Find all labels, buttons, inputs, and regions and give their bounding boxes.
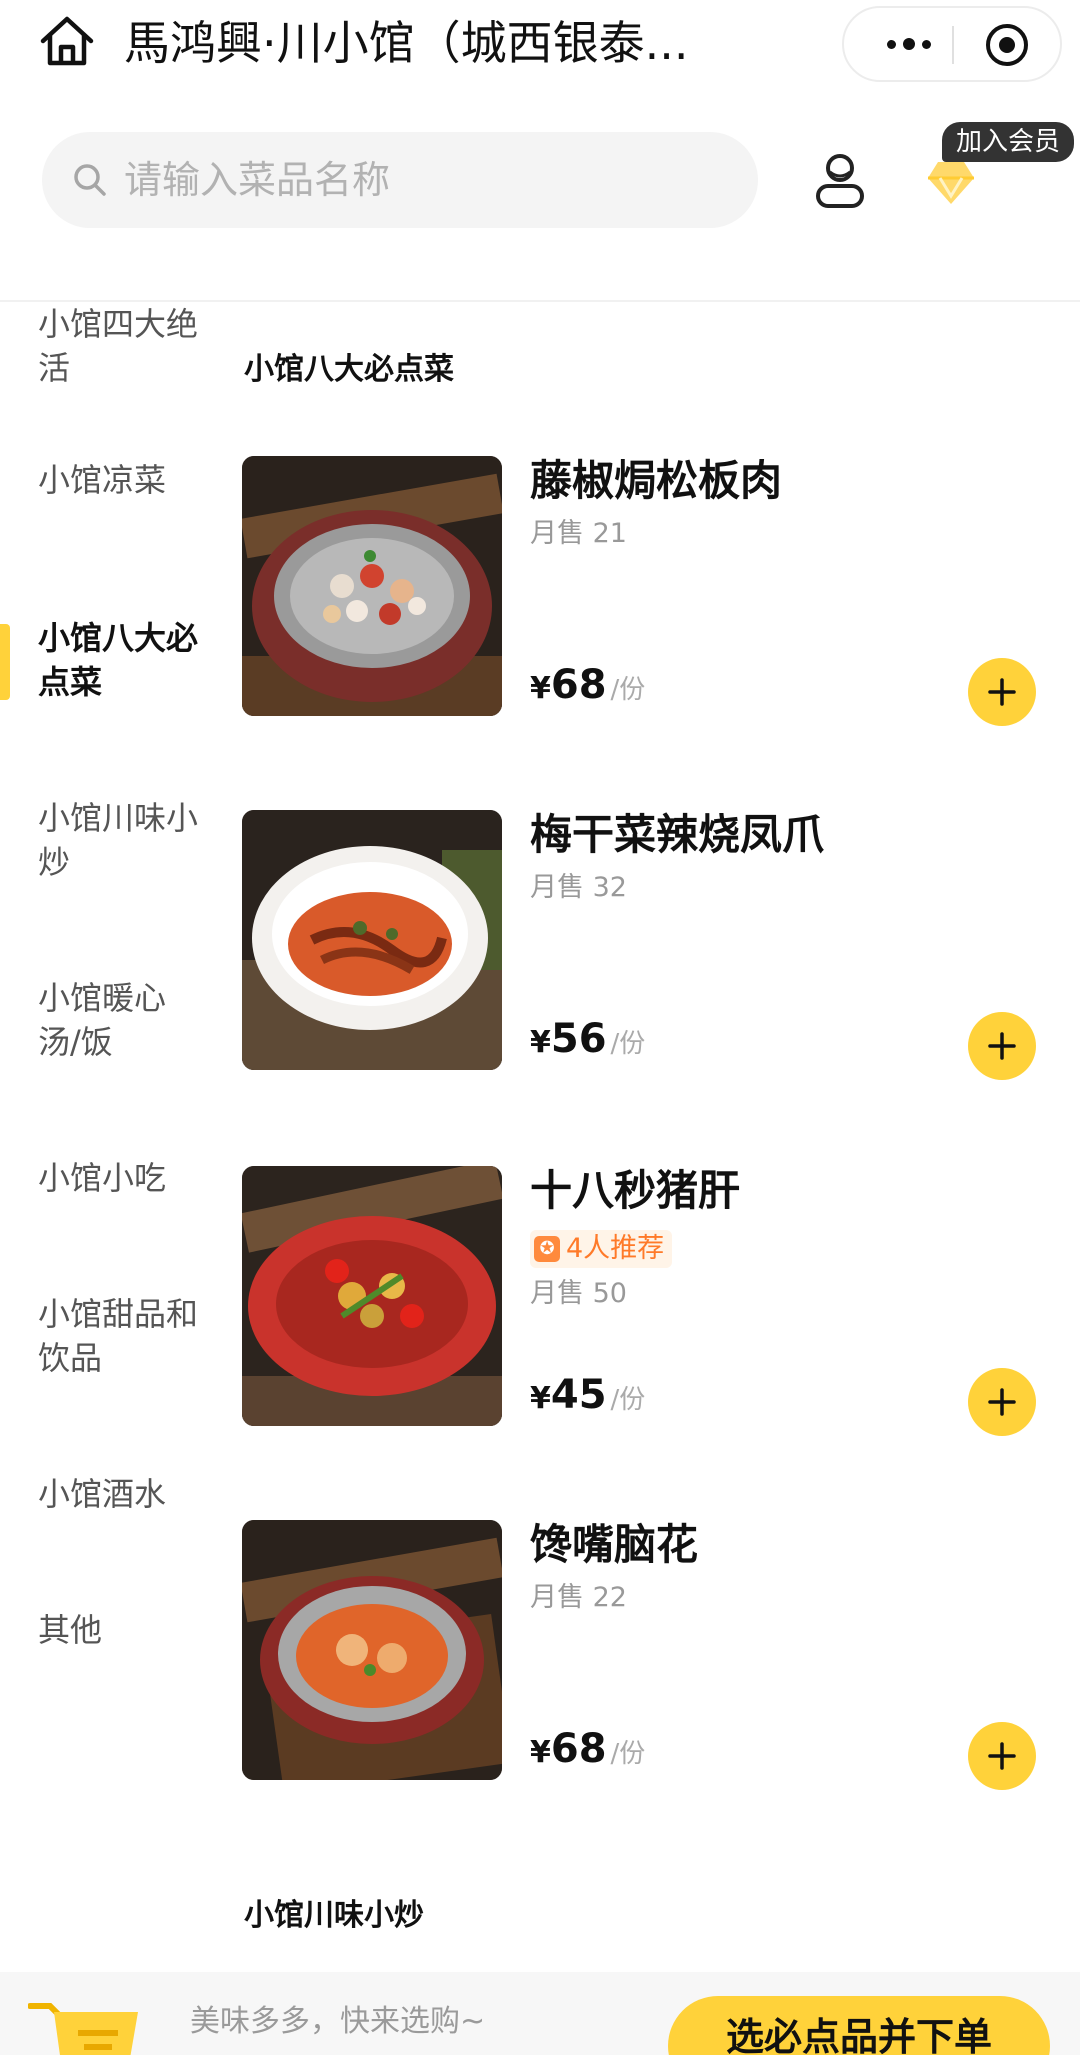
plus-icon bbox=[988, 1032, 1016, 1060]
dish-monthly-sales: 月售 50 bbox=[530, 1278, 627, 1309]
price-unit: /份 bbox=[610, 1029, 646, 1059]
price-unit: /份 bbox=[610, 1739, 646, 1769]
cart-hint: 美味多多，快来选购~ bbox=[190, 2004, 486, 2039]
price-value: 56 bbox=[550, 1016, 607, 1062]
price-currency: ¥ bbox=[530, 1381, 551, 1416]
add-to-cart-button[interactable] bbox=[968, 1012, 1036, 1080]
add-to-cart-button[interactable] bbox=[968, 658, 1036, 726]
target-close-icon[interactable] bbox=[986, 24, 1028, 66]
dish-name: 藤椒焗松板肉 bbox=[530, 456, 783, 505]
sidebar-item-soup-rice[interactable]: 小馆暖心汤/饭 bbox=[38, 976, 208, 1064]
dish-price: ¥ 68 /份 bbox=[530, 1726, 645, 1776]
shopping-cart-icon[interactable] bbox=[28, 2000, 140, 2055]
checkout-button[interactable]: 选必点品并下单 bbox=[668, 1996, 1050, 2055]
dish-photo bbox=[242, 810, 502, 1070]
add-to-cart-button[interactable] bbox=[968, 1368, 1036, 1436]
recommend-count: 4人推荐 bbox=[566, 1233, 665, 1264]
sidebar-item-must-order[interactable]: 小馆八大必点菜 bbox=[38, 616, 208, 704]
add-to-cart-button[interactable] bbox=[968, 1722, 1036, 1790]
sidebar-item-snacks[interactable]: 小馆小吃 bbox=[38, 1156, 208, 1200]
join-member[interactable]: 加入会员 bbox=[900, 120, 1080, 220]
plus-icon bbox=[988, 1388, 1016, 1416]
active-category-indicator bbox=[0, 624, 10, 700]
user-profile-icon[interactable] bbox=[812, 152, 868, 210]
dish-photo bbox=[242, 456, 502, 716]
mini-program-capsule bbox=[842, 6, 1062, 82]
dish-price: ¥ 68 /份 bbox=[530, 662, 645, 712]
plus-icon bbox=[988, 678, 1016, 706]
sidebar-item-stir-fry[interactable]: 小馆川味小炒 bbox=[38, 796, 208, 884]
dish-monthly-sales: 月售 21 bbox=[530, 518, 627, 549]
price-currency: ¥ bbox=[530, 1025, 551, 1060]
price-currency: ¥ bbox=[530, 1735, 551, 1770]
dish-card[interactable]: 梅干菜辣烧凤爪 月售 32 ¥ 56 /份 bbox=[242, 810, 1042, 1080]
dish-name: 十八秒猪肝 bbox=[530, 1166, 741, 1215]
dish-photo bbox=[242, 1166, 502, 1426]
dish-card[interactable]: 十八秒猪肝 ✪ 4人推荐 月售 50 ¥ 45 /份 bbox=[242, 1166, 1042, 1436]
sidebar-item-cold-dishes[interactable]: 小馆凉菜 bbox=[38, 458, 208, 502]
plus-icon bbox=[988, 1742, 1016, 1770]
top-bar: 馬鸿興·川小馆（城西银泰... bbox=[0, 0, 1080, 90]
price-currency: ¥ bbox=[530, 671, 551, 706]
sidebar-item-signature[interactable]: 小馆四大绝活 bbox=[38, 302, 208, 390]
next-section-title: 小馆川味小炒 bbox=[244, 1898, 424, 1933]
dish-photo bbox=[242, 1520, 502, 1780]
dish-monthly-sales: 月售 22 bbox=[530, 1582, 627, 1613]
price-value: 45 bbox=[550, 1372, 607, 1418]
search-input[interactable] bbox=[124, 132, 724, 228]
recommend-tag: ✪ 4人推荐 bbox=[530, 1230, 673, 1268]
section-title: 小馆八大必点菜 bbox=[244, 352, 454, 387]
page-title: 馬鸿興·川小馆（城西银泰... bbox=[124, 16, 689, 70]
home-icon[interactable] bbox=[38, 14, 96, 68]
dish-card[interactable]: 藤椒焗松板肉 月售 21 ¥ 68 /份 bbox=[242, 456, 1042, 726]
dish-price: ¥ 56 /份 bbox=[530, 1016, 645, 1066]
search-bar[interactable] bbox=[42, 132, 758, 228]
price-value: 68 bbox=[550, 1726, 607, 1772]
recommend-icon: ✪ bbox=[534, 1236, 560, 1262]
price-unit: /份 bbox=[610, 675, 646, 705]
price-value: 68 bbox=[550, 662, 607, 708]
price-unit: /份 bbox=[610, 1385, 646, 1415]
sidebar-item-desserts-drinks[interactable]: 小馆甜品和饮品 bbox=[38, 1292, 208, 1380]
cart-bar: 美味多多，快来选购~ 选必点品并下单 bbox=[0, 1972, 1080, 2055]
join-member-badge: 加入会员 bbox=[942, 122, 1075, 162]
sidebar-item-other[interactable]: 其他 bbox=[38, 1608, 208, 1652]
search-icon bbox=[74, 164, 106, 196]
more-dots-icon[interactable] bbox=[874, 8, 944, 80]
dish-monthly-sales: 月售 32 bbox=[530, 872, 627, 903]
dish-name: 梅干菜辣烧凤爪 bbox=[530, 810, 825, 859]
diamond-icon bbox=[928, 162, 974, 204]
dish-price: ¥ 45 /份 bbox=[530, 1372, 645, 1422]
capsule-divider bbox=[952, 26, 954, 64]
sidebar-item-drinks-alcohol[interactable]: 小馆酒水 bbox=[38, 1472, 208, 1516]
category-sidebar: 小馆四大绝活 小馆凉菜 小馆八大必点菜 小馆川味小炒 小馆暖心汤/饭 小馆小吃 … bbox=[0, 302, 220, 1972]
dish-name: 馋嘴脑花 bbox=[530, 1520, 699, 1569]
dish-card[interactable]: 馋嘴脑花 月售 22 ¥ 68 /份 bbox=[242, 1520, 1042, 1790]
